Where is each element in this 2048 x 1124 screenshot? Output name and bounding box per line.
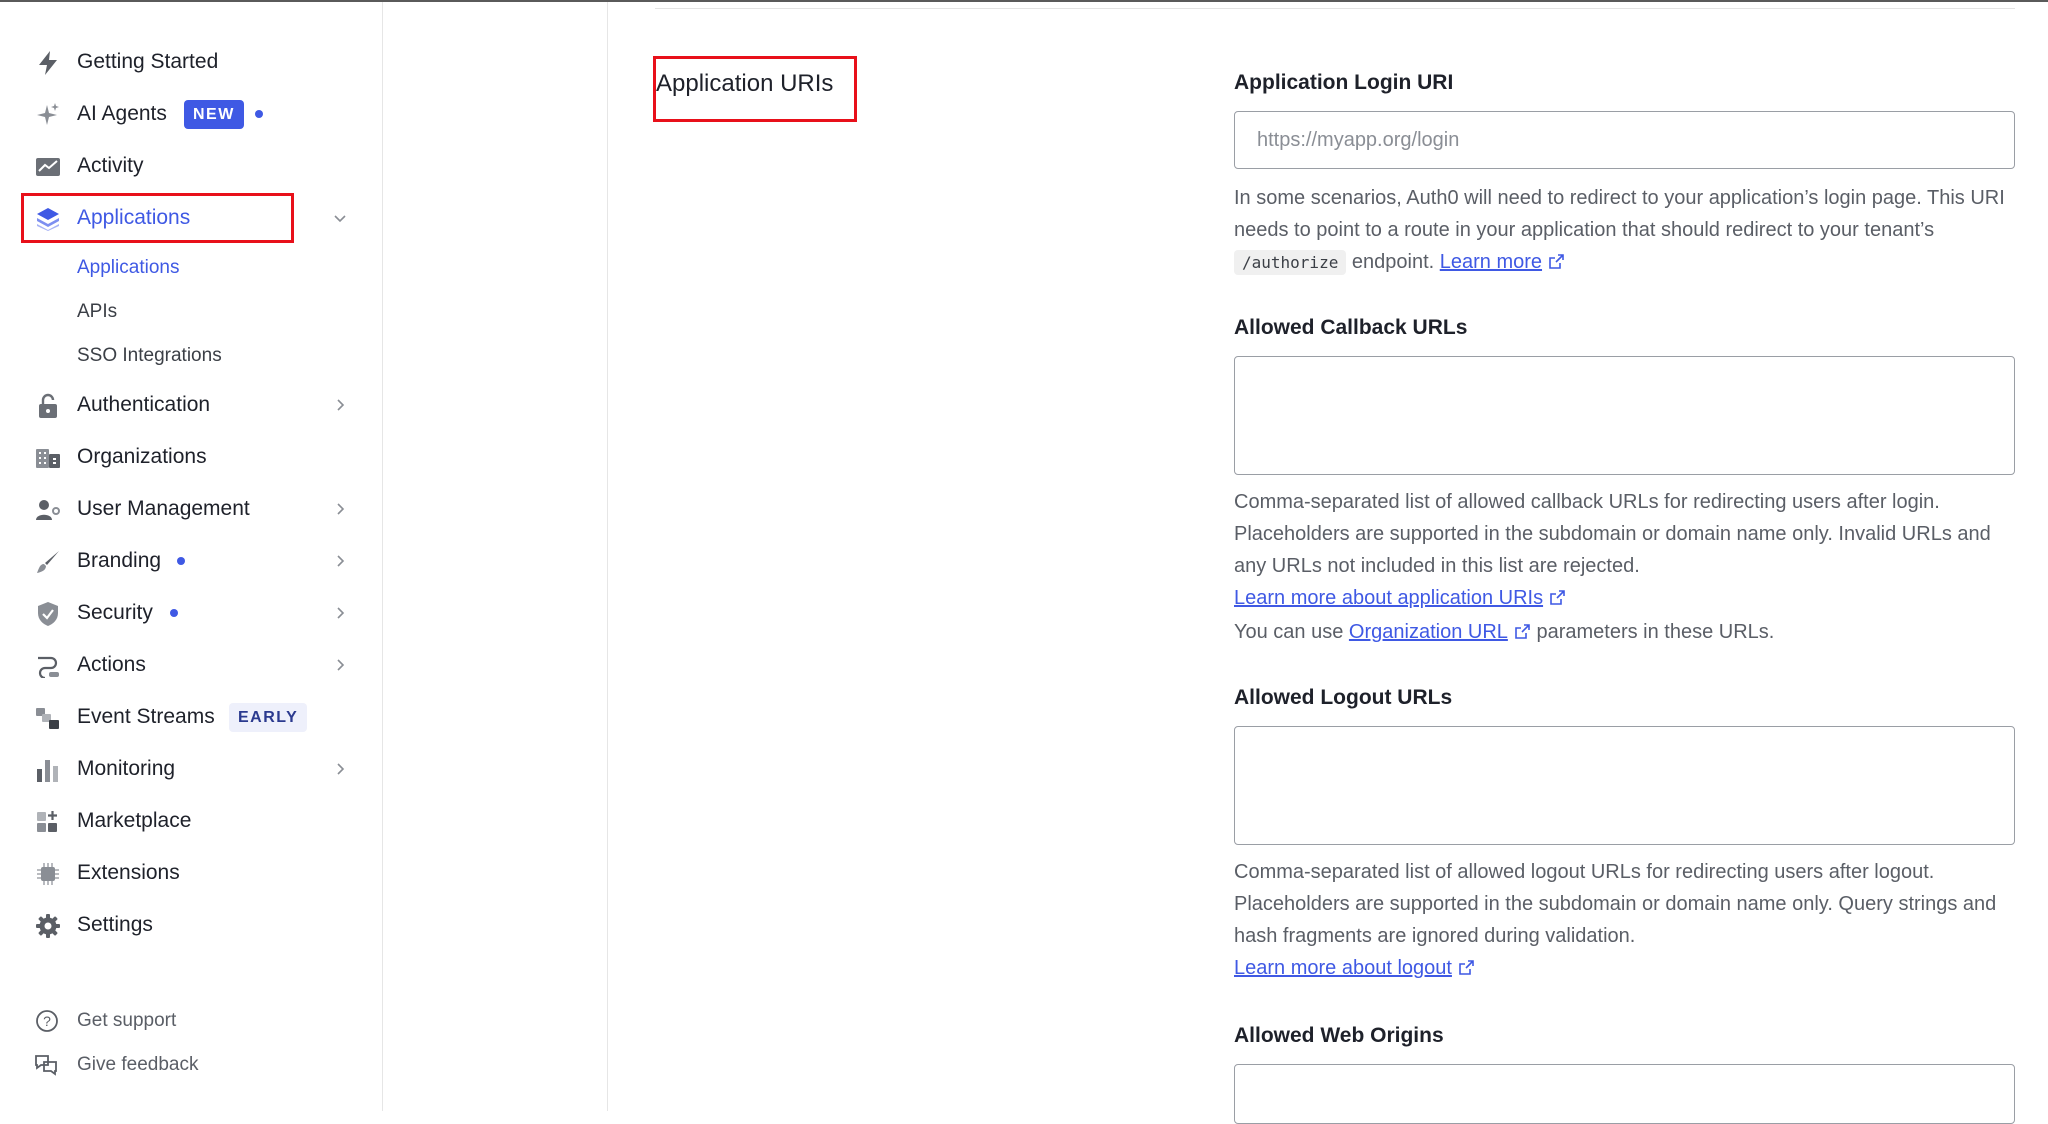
gear-icon: [34, 912, 62, 940]
sidebar-item-ai-agents[interactable]: AI Agents NEW: [0, 88, 383, 140]
sidebar-item-label: Settings: [77, 913, 153, 936]
sidebar-item-event-streams[interactable]: Event Streams EARLY: [0, 691, 383, 743]
chevron-right-icon: [328, 549, 352, 573]
sidebar-item-label: Security: [77, 601, 153, 624]
chip-icon: [34, 860, 62, 888]
give-feedback-link[interactable]: Give feedback: [0, 1045, 383, 1085]
external-link-icon: [1548, 248, 1565, 280]
sidebar-item-label: User Management: [77, 497, 250, 520]
help-circle-icon: ?: [34, 1009, 62, 1033]
learn-more-link-text: Learn more: [1439, 251, 1543, 273]
flow-icon: [34, 652, 62, 680]
organization-url-link[interactable]: Organization URL: [1349, 621, 1508, 643]
secondary-column: [383, 2, 608, 1111]
sidebar-item-label: Authentication: [77, 393, 211, 416]
building-icon: [34, 444, 62, 472]
organization-url-suffix: parameters in these URLs.: [1536, 621, 1775, 643]
callback-urls-help: Comma-separated list of allowed callback…: [1234, 486, 2024, 650]
sidebar-subitem-apis[interactable]: APIs: [77, 294, 117, 330]
notification-dot: [177, 557, 185, 565]
sidebar-item-security[interactable]: Security: [0, 587, 383, 639]
web-origins-label: Allowed Web Origins: [1234, 1024, 1444, 1047]
lock-icon: [34, 392, 62, 420]
sidebar-item-organizations[interactable]: Organizations: [0, 431, 383, 483]
chevron-right-icon: [328, 601, 352, 625]
sidebar-item-actions[interactable]: Actions: [0, 639, 383, 691]
chevron-right-icon: [328, 653, 352, 677]
external-link-icon: [1514, 618, 1531, 650]
login-uri-label: Application Login URI: [1234, 71, 1454, 94]
sidebar-item-branding[interactable]: Branding: [0, 535, 383, 587]
sidebar-item-label: Organizations: [77, 445, 207, 468]
chevron-right-icon: [328, 757, 352, 781]
callback-urls-label: Allowed Callback URLs: [1234, 316, 1468, 339]
sidebar-item-authentication[interactable]: Authentication: [0, 379, 383, 431]
sidebar-item-label: Marketplace: [77, 809, 192, 832]
sidebar-item-label: AI Agents: [77, 102, 167, 125]
get-support-link[interactable]: ? Get support: [0, 1001, 383, 1041]
shield-check-icon: [34, 600, 62, 628]
learn-more-logout-link[interactable]: Learn more about logout: [1234, 957, 1452, 979]
external-link-icon: [1549, 584, 1566, 616]
new-badge: NEW: [184, 100, 244, 129]
paintbrush-icon: [34, 548, 62, 576]
sidebar-item-settings[interactable]: Settings: [0, 899, 383, 951]
login-uri-help: In some scenarios, Auth0 will need to re…: [1234, 182, 2024, 280]
sidebar-item-label: Extensions: [77, 861, 180, 884]
login-uri-help-text: In some scenarios, Auth0 will need to re…: [1234, 187, 2005, 241]
learn-more-logout-text: Learn more about logout: [1234, 957, 1452, 979]
notification-dot: [170, 609, 178, 617]
annotation-highlight-box: [21, 193, 294, 243]
authorize-code: /authorize: [1234, 250, 1347, 275]
add-apps-icon: [34, 808, 62, 836]
sidebar-item-user-management[interactable]: User Management: [0, 483, 383, 535]
sidebar-item-monitoring[interactable]: Monitoring: [0, 743, 383, 795]
early-badge: EARLY: [229, 703, 308, 732]
sidebar-item-label: Getting Started: [77, 50, 219, 73]
sidebar-item-marketplace[interactable]: Marketplace: [0, 795, 383, 847]
get-support-label: Get support: [77, 1010, 177, 1031]
sidebar-subitem-sso-integrations[interactable]: SSO Integrations: [77, 338, 222, 374]
feedback-chat-icon: [34, 1053, 62, 1077]
logout-urls-textarea[interactable]: [1234, 726, 2015, 845]
annotation-highlight-box: [653, 56, 857, 122]
learn-more-application-uris-text: Learn more about application URIs: [1234, 587, 1544, 609]
sidebar-item-label: Actions: [77, 653, 146, 676]
sidebar-item-getting-started[interactable]: Getting Started: [0, 36, 383, 88]
sidebar-item-label: Event Streams: [77, 705, 215, 728]
svg-text:?: ?: [43, 1013, 51, 1029]
bar-chart-icon: [34, 756, 62, 784]
learn-more-link[interactable]: Learn more: [1440, 251, 1542, 273]
sidebar-item-extensions[interactable]: Extensions: [0, 847, 383, 899]
external-link-icon: [1458, 954, 1475, 986]
sidebar-item-activity[interactable]: Activity: [0, 140, 383, 192]
give-feedback-label: Give feedback: [77, 1054, 199, 1075]
activity-chart-icon: [34, 153, 62, 181]
learn-more-application-uris-link[interactable]: Learn more about application URIs: [1234, 587, 1543, 609]
sparkle-icon: [34, 101, 62, 129]
callback-urls-textarea[interactable]: [1234, 356, 2015, 475]
lightning-icon: [34, 49, 62, 77]
user-settings-icon: [34, 496, 62, 524]
chevron-right-icon: [328, 393, 352, 417]
chevron-down-icon: [328, 206, 352, 230]
callback-urls-help-text: Comma-separated list of allowed callback…: [1234, 491, 1991, 577]
sidebar-item-label: Branding: [77, 549, 162, 572]
web-origins-textarea[interactable]: [1234, 1064, 2015, 1124]
sidebar: Getting Started AI Agents NEW Activity A…: [0, 2, 383, 1111]
sidebar-subitem-applications[interactable]: Applications: [77, 250, 179, 286]
logout-urls-help: Comma-separated list of allowed logout U…: [1234, 856, 2024, 986]
chevron-right-icon: [328, 497, 352, 521]
logout-urls-label: Allowed Logout URLs: [1234, 686, 1453, 709]
login-uri-input[interactable]: [1234, 111, 2015, 169]
content-divider: [655, 8, 2015, 9]
logout-urls-help-text: Comma-separated list of allowed logout U…: [1234, 861, 1997, 947]
notification-dot: [255, 110, 263, 118]
organization-url-prefix: You can use: [1234, 621, 1344, 643]
organization-url-text: Organization URL: [1348, 621, 1508, 643]
event-streams-icon: [34, 704, 62, 732]
login-uri-help-suffix: endpoint.: [1351, 251, 1435, 273]
sidebar-item-label: Activity: [77, 154, 144, 177]
sidebar-item-label: Monitoring: [77, 757, 176, 780]
